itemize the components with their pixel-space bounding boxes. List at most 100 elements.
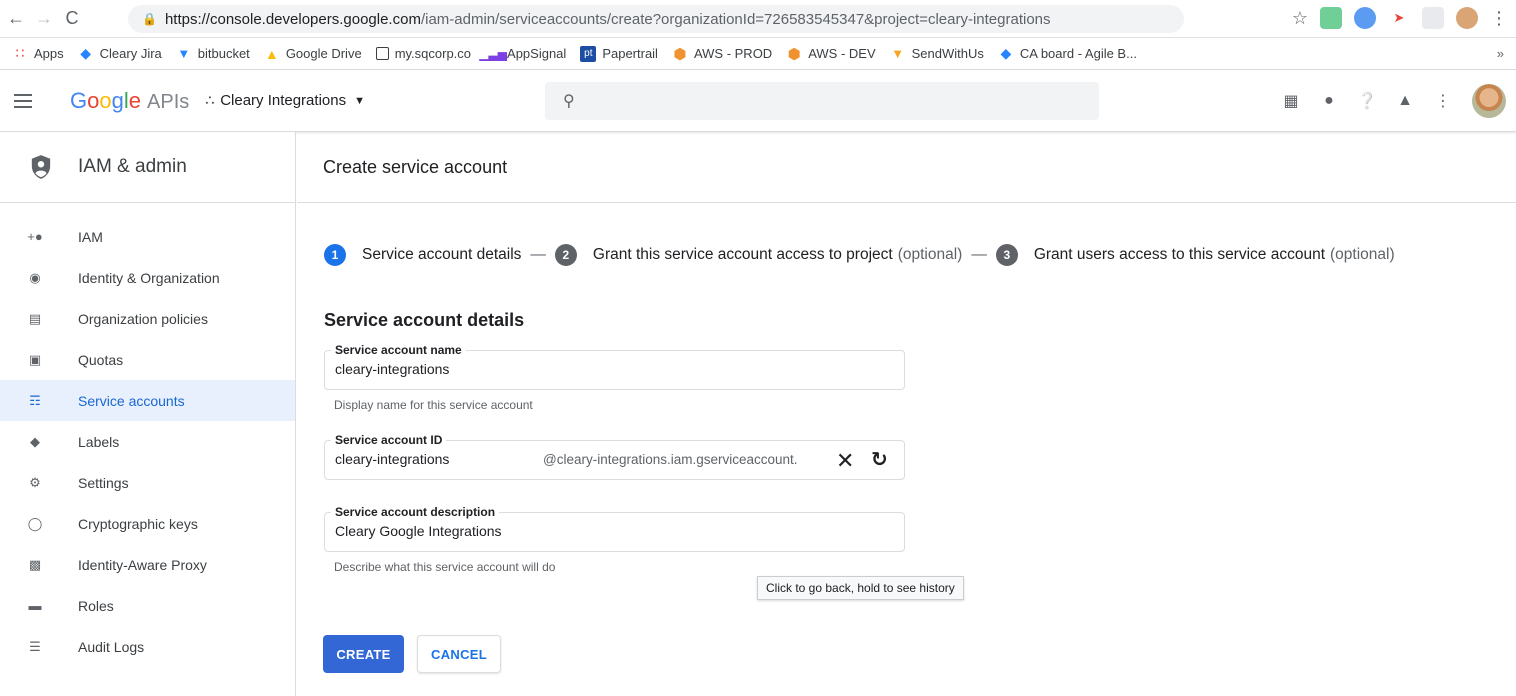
gift-icon[interactable]: ▦	[1282, 92, 1300, 110]
stepper: 1 Service account details — 2 Grant this…	[324, 244, 1395, 266]
service-account-id-input[interactable]	[335, 451, 535, 467]
aws-icon: ⬢	[673, 45, 687, 63]
service-account-name-input[interactable]	[335, 361, 535, 377]
bookmark-cleary-jira[interactable]: ◆ Cleary Jira	[78, 45, 162, 62]
bookmark-appsignal[interactable]: ▁▃▅ AppSignal	[479, 46, 566, 62]
search-bar[interactable]: ⚲	[545, 82, 1099, 120]
lock-icon: 🔒	[142, 12, 157, 26]
bookmark-aws-dev[interactable]: ⬢ AWS - DEV	[786, 45, 876, 63]
roles-icon: ▬	[28, 598, 42, 613]
bookmark-aws-prod[interactable]: ⬢ AWS - PROD	[672, 45, 772, 63]
document-icon: ▤	[28, 310, 42, 326]
chrome-menu-icon[interactable]: ⋮	[1490, 8, 1508, 29]
step-3-optional: (optional)	[1330, 246, 1395, 263]
step-2-badge: 2	[554, 244, 577, 266]
create-button[interactable]: CREATE	[323, 635, 404, 673]
extension-grey-icon[interactable]	[1422, 7, 1444, 29]
sidebar-item-roles[interactable]: ▬ Roles	[0, 585, 295, 626]
user-avatar[interactable]	[1472, 84, 1506, 118]
extension-red-icon[interactable]: ➤	[1388, 7, 1410, 29]
field-hint: Display name for this service account	[334, 398, 533, 412]
project-name: Cleary Integrations	[220, 92, 347, 109]
service-account-icon: ☶	[29, 392, 41, 408]
page-title: Create service account	[297, 132, 1516, 203]
refresh-icon[interactable]: ↻	[871, 447, 888, 472]
step-3-label: Grant users access to this service accou…	[1033, 246, 1326, 263]
shield-icon	[31, 155, 51, 179]
hamburger-menu-icon[interactable]	[10, 88, 36, 114]
extension-icons: ☆ ➤ ⋮	[1292, 7, 1508, 29]
service-account-description-input[interactable]	[335, 523, 835, 539]
sidebar-item-quotas[interactable]: ▣ Quotas	[0, 339, 295, 380]
extension-blue-icon[interactable]	[1354, 7, 1376, 29]
sidebar: IAM & admin +● IAM ◉ Identity & Organizati…	[0, 132, 296, 696]
sidebar-item-settings[interactable]: ⚙ Settings	[0, 462, 295, 503]
sidebar-item-iam[interactable]: +● IAM	[0, 216, 295, 257]
sidebar-item-audit-logs[interactable]: ☰ Audit Logs	[0, 626, 295, 667]
field-hint: Describe what this service account will …	[334, 560, 556, 574]
appsignal-icon: ▁▃▅	[479, 46, 507, 61]
star-icon[interactable]: ☆	[1292, 8, 1308, 29]
sidebar-nav: +● IAM ◉ Identity & Organization ▤ Organiza…	[0, 203, 295, 667]
close-icon[interactable]: ✕	[836, 448, 854, 474]
main-content: Create service account 1 Service account…	[297, 132, 1516, 696]
sidebar-item-labels[interactable]: ◆ Labels	[0, 421, 295, 462]
back-icon[interactable]: ←	[4, 7, 28, 31]
extension-green-icon[interactable]	[1320, 7, 1342, 29]
sidebar-item-identity-organization[interactable]: ◉ Identity & Organization	[0, 257, 295, 298]
sidebar-item-identity-aware-proxy[interactable]: ▩ Identity-Aware Proxy	[0, 544, 295, 585]
project-icon: ∴	[205, 92, 215, 108]
sidebar-item-cryptographic-keys[interactable]: ◯ Cryptographic keys	[0, 503, 295, 544]
aws-icon: ⬢	[787, 45, 801, 63]
search-icon: ⚲	[563, 93, 575, 110]
bookmark-sendwithus[interactable]: ▼ SendWithUs	[890, 46, 984, 62]
app-header: Google APIs ∴ Cleary Integrations ▼ ⚲ ▦ …	[0, 70, 1516, 132]
sidebar-item-organization-policies[interactable]: ▤ Organization policies	[0, 298, 295, 339]
security-icon: ◯	[27, 515, 43, 531]
proxy-icon: ▩	[28, 556, 42, 572]
google-apis-logo[interactable]: Google APIs	[70, 88, 189, 114]
account-circle-icon: ◉	[29, 269, 41, 285]
bookmark-ca-board[interactable]: ◆ CA board - Agile B...	[998, 45, 1136, 62]
forward-icon[interactable]: →	[32, 7, 56, 31]
notifications-bell-icon[interactable]: ▲	[1396, 92, 1414, 110]
search-input[interactable]	[586, 82, 1099, 120]
bookmark-sqcorp[interactable]: my.sqcorp.co	[375, 46, 471, 61]
quota-icon: ▣	[28, 351, 42, 367]
bookmark-bitbucket[interactable]: ▼ bitbucket	[176, 46, 249, 62]
address-bar[interactable]: 🔒 https://console.developers.google.com /…	[128, 5, 1184, 33]
more-vert-icon[interactable]: ⋮	[1434, 92, 1452, 110]
project-selector[interactable]: ∴ Cleary Integrations ▼	[205, 92, 365, 109]
google-drive-icon: ▲	[264, 45, 279, 62]
sidebar-item-service-accounts[interactable]: ☶ Service accounts	[0, 380, 295, 421]
id-domain-suffix: @cleary-integrations.iam.gserviceaccount…	[543, 452, 798, 467]
back-button-tooltip: Click to go back, hold to see history	[757, 576, 964, 600]
page-icon	[375, 47, 389, 60]
bookmark-papertrail[interactable]: pt Papertrail	[580, 45, 658, 62]
cancel-button[interactable]: CANCEL	[417, 635, 501, 673]
help-icon[interactable]: ❔	[1357, 92, 1377, 110]
bitbucket-icon: ▼	[177, 46, 191, 61]
step-3-badge: 3	[995, 244, 1018, 266]
step-1-badge: 1	[324, 244, 346, 266]
header-actions: ▦ ● ❔ ▲ ⋮	[1282, 84, 1506, 118]
step-separator: —	[530, 246, 546, 263]
service-account-description-field[interactable]: Service account description	[324, 505, 905, 552]
service-account-name-field[interactable]: Service account name	[324, 343, 905, 390]
sidebar-header: IAM & admin	[0, 132, 295, 203]
jira-icon: ◆	[80, 45, 92, 61]
step-separator: —	[971, 246, 987, 263]
bookmark-google-drive[interactable]: ▲ Google Drive	[264, 46, 362, 62]
list-icon: ☰	[29, 638, 41, 654]
feedback-icon[interactable]: ●	[1320, 92, 1338, 110]
profile-avatar-small[interactable]	[1456, 7, 1478, 29]
apps-grid-icon: ∷	[15, 45, 25, 61]
reload-icon[interactable]: C	[60, 7, 84, 31]
step-1-label: Service account details	[362, 246, 522, 263]
service-account-id-field[interactable]: Service account ID @cleary-integrations.…	[324, 433, 905, 480]
field-label: Service account name	[331, 343, 466, 357]
dropdown-arrow-icon: ▼	[354, 94, 365, 107]
bookmarks-overflow-icon[interactable]: »	[1497, 46, 1504, 61]
bookmark-apps[interactable]: ∷ Apps	[12, 45, 64, 62]
step-2-optional: (optional)	[897, 246, 963, 263]
